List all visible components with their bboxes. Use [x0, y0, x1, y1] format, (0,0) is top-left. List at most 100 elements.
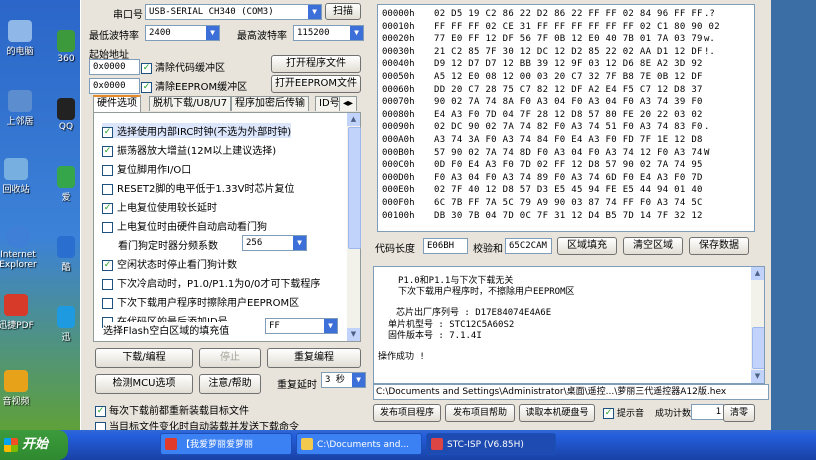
message-log[interactable]: P1.0和P1.1与下次下载无关 下次下载用户程序时，不擦除用户EEPROM区 …	[373, 266, 765, 384]
scroll-thumb[interactable]	[348, 127, 361, 249]
scroll-up-icon[interactable]: ▲	[751, 267, 764, 280]
hex-ascii: !.	[704, 46, 715, 57]
desktop-icon-my-computer[interactable]: 的电脑	[0, 20, 50, 57]
task-stc-isp[interactable]: STC-ISP (V6.85H)	[426, 433, 556, 455]
hex-address: 00010h	[382, 21, 415, 32]
baud-min-select[interactable]: 2400 ▼	[145, 25, 220, 41]
hex-address: 000E0h	[382, 185, 415, 196]
log-scrollbar[interactable]: ▲ ▼	[751, 267, 764, 383]
option-auto-watchdog[interactable]: 上电复位时由硬件自动启动看门狗	[102, 218, 267, 233]
reload-before-download-checkbox[interactable]: ✓ 每次下载前都重新装载目标文件	[95, 402, 249, 417]
code-address-input[interactable]: 0x0000	[89, 59, 140, 75]
save-data-button[interactable]: 保存数据	[689, 237, 749, 255]
download-button[interactable]: 下载/编程	[95, 348, 193, 368]
hex-ascii: w.	[704, 34, 715, 45]
taskbar: 开始 【我爱萝丽爱萝丽 C:\Documents and... STC-ISP …	[0, 430, 816, 460]
hex-row[interactable]: 00060h DD 20 C7 28 75 C7 82 12 DF A2 E4 F…	[382, 85, 744, 96]
scroll-down-icon[interactable]: ▼	[751, 370, 764, 383]
option-reset-io[interactable]: 复位脚用作I/O口	[102, 161, 191, 176]
hex-row[interactable]: 00020h 77 E0 FF 12 DF 56 7F 0B 12 E0 40 7…	[382, 34, 744, 45]
scroll-down-icon[interactable]: ▼	[347, 328, 360, 341]
fill-area-button[interactable]: 区域填充	[557, 237, 617, 255]
clear-count-button[interactable]: 清零	[723, 404, 755, 422]
desktop-icon-qq[interactable]: QQ	[48, 98, 84, 132]
option-power-delay[interactable]: ✓ 上电复位使用较长延时	[102, 199, 217, 214]
video-icon	[4, 370, 28, 392]
hex-row[interactable]: 000A0h A3 74 3A F0 A3 74 84 F0 E4 A3 F0 F…	[382, 135, 744, 146]
task-explorer[interactable]: C:\Documents and...	[296, 433, 422, 455]
hex-bytes: 02 7F 40 12 D8 57 D3 E5 45 94 FE E5 44 9…	[434, 185, 703, 196]
tab-encrypt[interactable]: 程序加密后传输	[231, 96, 309, 111]
option-osc-gain[interactable]: ✓ 振荡器放大增益(12M以上建议选择)	[102, 142, 276, 157]
clear-eeprom-checkbox[interactable]: ✓ 清除EEPROM缓冲区	[141, 78, 247, 93]
option-internal-irc[interactable]: ✓ 选择使用内部IRC时钟(不选为外部时钟)	[102, 123, 292, 138]
desktop-icon-app3[interactable]: 爱	[48, 166, 84, 203]
option-idle-stop-watchdog[interactable]: ✓ 空闲状态时停止看门狗计数	[102, 256, 237, 271]
clear-area-button[interactable]: 清空区域	[623, 237, 683, 255]
desktop-icon-recycle-bin[interactable]: 回收站	[0, 158, 46, 195]
publish-project-button[interactable]: 发布项目程序	[373, 404, 441, 422]
detect-mcu-button[interactable]: 检测MCU选项	[95, 374, 193, 394]
baud-max-select[interactable]: 115200 ▼	[293, 25, 364, 41]
options-scrollbar[interactable]: ▲ ▼	[347, 113, 361, 341]
hex-row[interactable]: 00000h 02 D5 19 C2 86 22 D2 86 22 FF FF 0…	[382, 9, 744, 20]
hex-address: 00090h	[382, 122, 415, 133]
task-browser[interactable]: 【我爱萝丽爱萝丽	[160, 433, 292, 455]
scroll-thumb[interactable]	[752, 327, 764, 369]
code-length-label: 代码长度	[375, 244, 415, 255]
option-reset2-low[interactable]: RESET2脚的电平低于1.33V时芯片复位	[102, 180, 295, 195]
desktop-icon-360[interactable]: 360	[48, 30, 84, 64]
watchdog-div-label: 看门狗定时器分频系数	[118, 241, 218, 252]
hex-row[interactable]: 00070h 90 02 7A 74 8A F0 A3 04 F0 A3 04 F…	[382, 97, 744, 108]
hex-row[interactable]: 000E0h 02 7F 40 12 D8 57 D3 E5 45 94 FE E…	[382, 185, 744, 196]
chevron-down-icon: ▼	[324, 319, 337, 333]
hex-row[interactable]: 000B0h 57 90 02 7A 74 8D F0 A3 04 F0 A3 7…	[382, 148, 744, 159]
watchdog-div-select[interactable]: 256 ▼	[242, 235, 307, 251]
hex-row[interactable]: 00030h 21 C2 85 7F 30 12 DC 12 D2 85 22 0…	[382, 47, 744, 58]
desktop-icon-network[interactable]: 上邻居	[0, 90, 50, 127]
tab-scroll-arrows[interactable]: ◂▸	[339, 96, 357, 111]
hex-row[interactable]: 00080h E4 A3 F0 7D 04 7F 28 12 D8 57 80 F…	[382, 110, 744, 121]
read-disk-button[interactable]: 读取本机硬盘号	[519, 404, 595, 422]
tab-offline[interactable]: 脱机下载/U8/U7	[149, 96, 232, 111]
stop-button[interactable]: 停止	[199, 348, 261, 368]
computer-icon	[8, 20, 32, 42]
eeprom-address-input[interactable]: 0x0000	[89, 78, 140, 94]
desktop-icon-app5[interactable]: 迅	[48, 306, 84, 343]
hex-row[interactable]: 00040h D9 12 D7 D7 12 BB 39 12 9F 03 12 D…	[382, 59, 744, 70]
repeat-delay-label: 重复延时	[277, 380, 317, 391]
desktop-icon-video[interactable]: 音视频	[0, 370, 46, 407]
option-erase-eeprom[interactable]: 下次下载用户程序时擦除用户EEPROM区	[102, 294, 299, 309]
fill-value-select[interactable]: FF ▼	[265, 318, 338, 334]
hex-bytes: 90 02 7A 74 8A F0 A3 04 F0 A3 04 F0 A3 7…	[434, 97, 703, 108]
hex-row[interactable]: 00050h A5 12 E0 08 12 00 03 20 C7 32 7F B…	[382, 72, 744, 83]
hex-row[interactable]: 00010h FF FF FF 02 CE 31 FF FF FF FF FF F…	[382, 22, 744, 33]
port-select[interactable]: USB-SERIAL CH340 (COM3) ▼	[145, 4, 322, 20]
start-button[interactable]: 开始	[0, 430, 68, 460]
reprogram-button[interactable]: 重复编程	[267, 348, 361, 368]
hex-row[interactable]: 000C0h 0D F0 E4 A3 F0 7D 02 FF 12 D8 57 9…	[382, 160, 744, 171]
hex-row[interactable]: 00100h DB 30 7B 04 7D 0C 7F 31 12 D4 B5 7…	[382, 211, 744, 222]
hex-view[interactable]: 00000h 02 D5 19 C2 86 22 D2 86 22 FF FF 0…	[377, 4, 755, 232]
option-cold-start[interactable]: 下次冷启动时，P1.0/P1.1为0/0才可下载程序	[102, 275, 320, 290]
log-line: 下次下载用户程序时，不擦除用户EEPROM区	[398, 287, 575, 297]
hex-row[interactable]: 000F0h 6C 7B FF 7A 5C 79 A9 90 03 87 74 F…	[382, 198, 744, 209]
desktop-icon-app4[interactable]: 酷	[48, 236, 84, 273]
hex-row[interactable]: 000D0h F0 A3 04 F0 A3 74 89 F0 A3 74 6D F…	[382, 173, 744, 184]
repeat-delay-select[interactable]: 3 秒 ▼	[321, 372, 366, 388]
publish-help-button[interactable]: 发布项目帮助	[445, 404, 515, 422]
scroll-up-icon[interactable]: ▲	[347, 113, 360, 126]
desktop-icon-pdf[interactable]: 迅捷PDF	[0, 294, 46, 331]
tab-hardware[interactable]: 硬件选项	[93, 95, 141, 112]
internet-explorer-icon	[6, 226, 30, 248]
log-line-success: 操作成功 !	[378, 352, 425, 362]
beep-checkbox[interactable]: ✓ 提示音	[603, 406, 644, 419]
code-length-value: E06BH	[423, 238, 468, 254]
open-program-button[interactable]: 打开程序文件	[271, 55, 361, 73]
desktop-icon-ie[interactable]: Internet Explorer	[0, 226, 48, 270]
help-button[interactable]: 注意/帮助	[199, 374, 261, 394]
hex-row[interactable]: 00090h 02 DC 90 02 7A 74 82 F0 A3 74 51 F…	[382, 122, 744, 133]
scan-button[interactable]: 扫描	[325, 3, 361, 20]
clear-code-checkbox[interactable]: ✓ 清除代码缓冲区	[141, 59, 225, 74]
open-eeprom-button[interactable]: 打开EEPROM文件	[271, 75, 361, 93]
